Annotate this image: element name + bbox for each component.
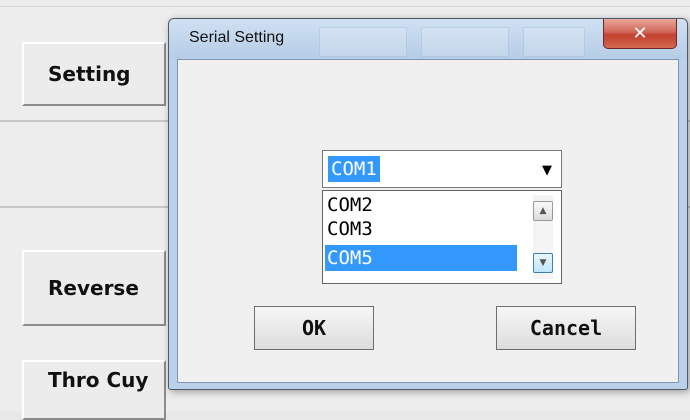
dialog-title: Serial Setting [189, 29, 285, 46]
scroll-down-icon[interactable]: ▼ [533, 253, 553, 273]
title-reflection [319, 27, 407, 57]
port-option-com2[interactable]: COM2 [325, 193, 517, 217]
dialog-body: COM1 ▼ COM2 COM3 COM5 ▲ ▼ OK Cancel [177, 59, 679, 383]
close-icon: ✕ [632, 23, 648, 44]
close-button[interactable]: ✕ [603, 19, 677, 49]
dropdown-scrollbar[interactable]: ▲ ▼ [533, 195, 553, 279]
serial-setting-dialog: Serial Setting ✕ COM1 ▼ COM2 COM3 COM5 ▲… [168, 18, 688, 390]
port-option-com3[interactable]: COM3 [325, 217, 517, 241]
title-reflection [523, 27, 585, 57]
top-border [0, 6, 690, 7]
reverse-button[interactable]: Reverse [22, 250, 166, 326]
port-option-com5[interactable]: COM5 [325, 245, 517, 271]
thro-button[interactable]: Thro Cuy [22, 360, 166, 420]
setting-button[interactable]: Setting [22, 42, 166, 106]
chevron-down-icon[interactable]: ▼ [537, 160, 557, 180]
port-combobox[interactable]: COM1 ▼ [322, 150, 562, 188]
cancel-button[interactable]: Cancel [496, 306, 636, 350]
ok-button[interactable]: OK [254, 306, 374, 350]
port-dropdown-list[interactable]: COM2 COM3 COM5 ▲ ▼ [322, 190, 562, 284]
scroll-up-icon[interactable]: ▲ [533, 201, 553, 221]
port-combobox-value: COM1 [328, 156, 380, 182]
title-bar[interactable]: Serial Setting ✕ [169, 19, 687, 59]
title-reflection [421, 27, 509, 57]
